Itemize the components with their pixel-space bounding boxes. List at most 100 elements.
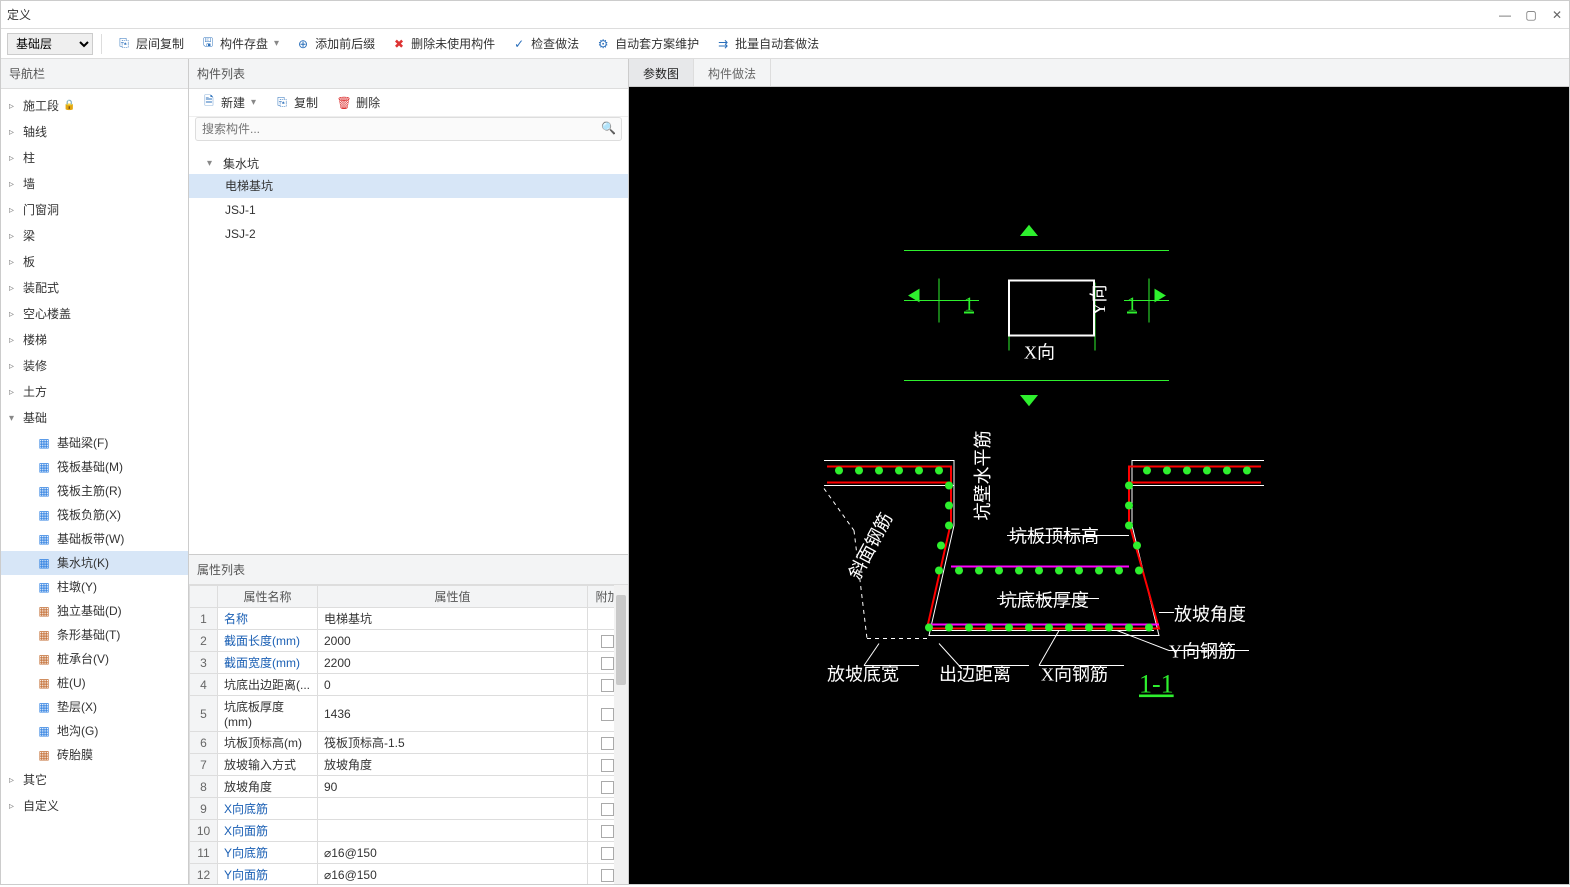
checkbox[interactable]	[601, 635, 614, 648]
nav-group[interactable]: 楼梯	[1, 327, 188, 353]
nav-item[interactable]: ▦垫层(X)	[1, 695, 188, 719]
property-row[interactable]: 3截面宽度(mm)2200	[190, 652, 628, 674]
copy-component-button[interactable]: ⎘复制	[268, 92, 324, 113]
nav-group[interactable]: 轴线	[1, 119, 188, 145]
close-icon[interactable]: ✕	[1551, 9, 1563, 21]
floor-select[interactable]: 基础层	[7, 33, 93, 55]
nav-group[interactable]: 土方	[1, 379, 188, 405]
nav-group[interactable]: 自定义	[1, 793, 188, 819]
nav-group[interactable]: 其它	[1, 767, 188, 793]
minimize-icon[interactable]: —	[1499, 9, 1511, 21]
checkbox[interactable]	[601, 803, 614, 816]
tree-parent[interactable]: 集水坑	[189, 153, 628, 174]
nav-item[interactable]: ▦集水坑(K)	[1, 551, 188, 575]
nav-group[interactable]: 梁	[1, 223, 188, 249]
component-item[interactable]: JSJ-1	[189, 198, 628, 222]
diagram-panel: 参数图 构件做法	[629, 59, 1569, 884]
separator	[101, 34, 102, 54]
property-header: 属性列表	[189, 555, 628, 585]
nav-item-icon: ▦	[37, 604, 51, 618]
property-row[interactable]: 12Y向面筋⌀16@150	[190, 864, 628, 885]
nav-group[interactable]: 板	[1, 249, 188, 275]
component-item[interactable]: JSJ-2	[189, 222, 628, 246]
nav-item-icon: ▦	[37, 628, 51, 642]
checkbox[interactable]	[601, 679, 614, 692]
nav-item[interactable]: ▦筏板负筋(X)	[1, 503, 188, 527]
nav-group[interactable]: 装修	[1, 353, 188, 379]
property-row[interactable]: 11Y向底筋⌀16@150	[190, 842, 628, 864]
tab-param[interactable]: 参数图	[629, 59, 694, 86]
label-x-rebar: X向钢筋	[1041, 665, 1108, 685]
property-row[interactable]: 7放坡输入方式放坡角度	[190, 754, 628, 776]
nav-item-icon: ▦	[37, 436, 51, 450]
checkbox[interactable]	[601, 825, 614, 838]
checkbox[interactable]	[601, 708, 614, 721]
nav-group[interactable]: 基础	[1, 405, 188, 431]
nav-tree[interactable]: 施工段🔒轴线柱墙门窗洞梁板装配式空心楼盖楼梯装修土方基础▦基础梁(F)▦筏板基础…	[1, 89, 188, 884]
nav-item-icon: ▦	[37, 532, 51, 546]
checkbox[interactable]	[601, 737, 614, 750]
batch-auto-button[interactable]: ⇉批量自动套做法	[709, 33, 825, 54]
nav-item[interactable]: ▦基础梁(F)	[1, 431, 188, 455]
nav-item[interactable]: ▦基础板带(W)	[1, 527, 188, 551]
nav-item[interactable]: ▦桩承台(V)	[1, 647, 188, 671]
nav-item[interactable]: ▦筏板主筋(R)	[1, 479, 188, 503]
component-header: 构件列表	[189, 59, 628, 89]
checkbox[interactable]	[601, 759, 614, 772]
nav-group[interactable]: 柱	[1, 145, 188, 171]
nav-item[interactable]: ▦砖胎膜	[1, 743, 188, 767]
nav-group[interactable]: 施工段🔒	[1, 93, 188, 119]
nav-group[interactable]: 空心楼盖	[1, 301, 188, 327]
checkbox[interactable]	[601, 657, 614, 670]
delete-unused-icon: ✖	[391, 36, 407, 52]
nav-group[interactable]: 墙	[1, 171, 188, 197]
search-icon[interactable]: 🔍	[601, 121, 616, 135]
add-prefix-button[interactable]: ⊕添加前后缀	[289, 33, 381, 54]
copy-floor-icon: ⎘	[116, 36, 132, 52]
property-row[interactable]: 2截面长度(mm)2000	[190, 630, 628, 652]
tab-method[interactable]: 构件做法	[694, 59, 771, 86]
nav-item-icon: ▦	[37, 724, 51, 738]
property-table[interactable]: 属性名称 属性值 附加 1名称电梯基坑2截面长度(mm)20003截面宽度(mm…	[189, 585, 628, 884]
nav-item[interactable]: ▦桩(U)	[1, 671, 188, 695]
search-input[interactable]	[195, 117, 622, 141]
scrollbar[interactable]	[614, 585, 628, 884]
maximize-icon[interactable]: ▢	[1525, 9, 1537, 21]
checkbox[interactable]	[601, 847, 614, 860]
label-slope-rebar: 斜面钢筋	[845, 509, 896, 582]
property-row[interactable]: 10X向面筋	[190, 820, 628, 842]
property-row[interactable]: 9X向底筋	[190, 798, 628, 820]
scrollbar-thumb[interactable]	[616, 595, 626, 685]
nav-header: 导航栏	[1, 59, 188, 89]
tab-bar: 参数图 构件做法	[629, 59, 1569, 87]
nav-item[interactable]: ▦独立基础(D)	[1, 599, 188, 623]
property-row[interactable]: 8放坡角度90	[190, 776, 628, 798]
save-component-icon: 🖫	[200, 36, 216, 52]
copy-floor-button[interactable]: ⎘层间复制	[110, 33, 190, 54]
property-row[interactable]: 6坑板顶标高(m)筏板顶标高-1.5	[190, 732, 628, 754]
check-method-button[interactable]: ✓检查做法	[505, 33, 585, 54]
nav-group[interactable]: 装配式	[1, 275, 188, 301]
property-row[interactable]: 4坑底出边距离(...0	[190, 674, 628, 696]
new-component-button[interactable]: 🗎新建	[195, 92, 262, 113]
delete-unused-button[interactable]: ✖删除未使用构件	[385, 33, 501, 54]
nav-item[interactable]: ▦条形基础(T)	[1, 623, 188, 647]
save-component-button[interactable]: 🖫构件存盘	[194, 33, 285, 54]
nav-group[interactable]: 门窗洞	[1, 197, 188, 223]
diagram-canvas[interactable]: X向 Y向 1 1	[629, 87, 1569, 884]
delete-icon: 🗑	[336, 95, 352, 111]
auto-maintain-button[interactable]: ⚙自动套方案维护	[589, 33, 705, 54]
nav-item[interactable]: ▦筏板基础(M)	[1, 455, 188, 479]
property-row[interactable]: 5坑底板厚度(mm)1436	[190, 696, 628, 732]
component-tree[interactable]: 集水坑 电梯基坑JSJ-1JSJ-2	[189, 149, 628, 554]
property-row[interactable]: 1名称电梯基坑	[190, 608, 628, 630]
component-item[interactable]: 电梯基坑	[189, 174, 628, 198]
delete-component-button[interactable]: 🗑删除	[330, 92, 386, 113]
nav-item[interactable]: ▦地沟(G)	[1, 719, 188, 743]
nav-item[interactable]: ▦柱墩(Y)	[1, 575, 188, 599]
label-wall-rebar: 坑壁水平筋	[973, 431, 993, 521]
nav-item-icon: ▦	[37, 652, 51, 666]
checkbox[interactable]	[601, 781, 614, 794]
label-y-rebar: Y向钢筋	[1169, 642, 1236, 662]
checkbox[interactable]	[601, 869, 614, 882]
